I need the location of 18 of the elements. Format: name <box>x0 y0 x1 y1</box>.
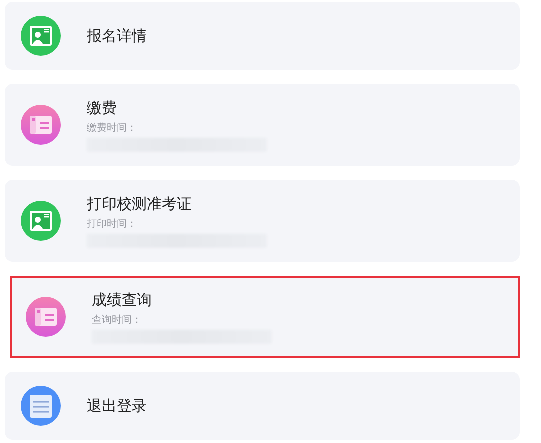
menu-title: 缴费 <box>87 98 118 118</box>
menu-title: 打印校测准考证 <box>87 194 193 214</box>
menu-card[interactable]: 报名详情 <box>5 2 520 70</box>
menu-card[interactable]: 打印校测准考证 打印时间： <box>5 180 520 262</box>
card-icon <box>21 105 61 145</box>
time-label: 缴费时间： <box>87 122 138 134</box>
menu-title: 退出登录 <box>87 396 147 416</box>
id-card-icon <box>21 16 61 56</box>
id-card-icon <box>21 201 61 241</box>
menu-title: 报名详情 <box>87 26 147 46</box>
time-label: 打印时间： <box>87 218 138 230</box>
menu-card[interactable]: 成绩查询 查询时间： <box>10 276 520 358</box>
menu-card[interactable]: 退出登录 <box>5 372 520 440</box>
card-icon <box>26 297 66 337</box>
menu-title: 成绩查询 <box>92 290 153 310</box>
list-icon <box>21 386 61 426</box>
time-label: 查询时间： <box>92 314 143 326</box>
menu-card[interactable]: 缴费 缴费时间： <box>5 84 520 166</box>
